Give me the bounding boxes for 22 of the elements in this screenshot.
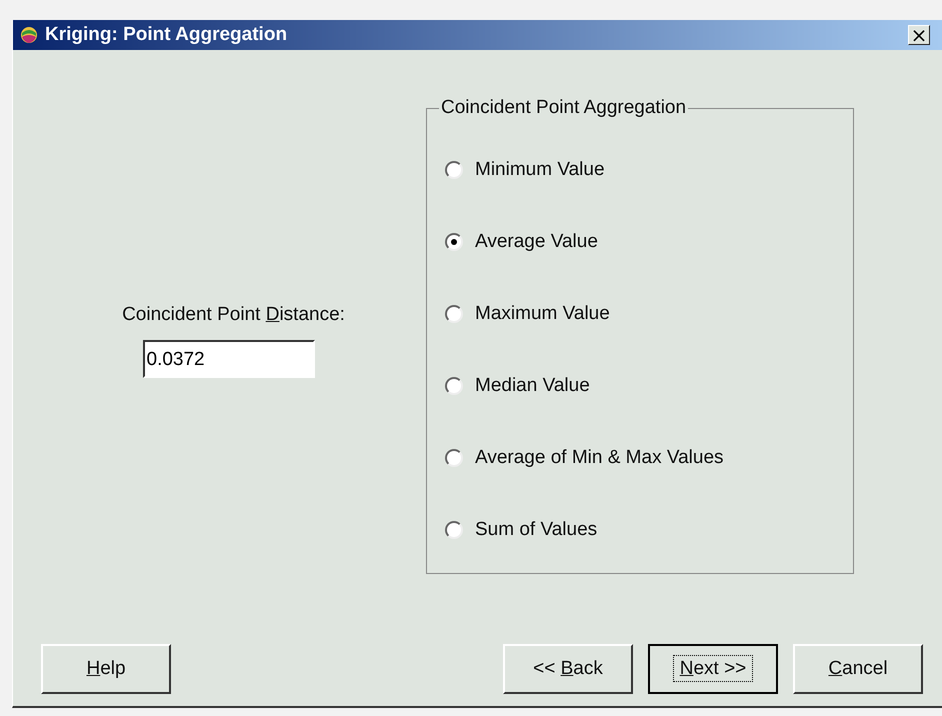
dialog-button[interactable]: Next >> [648,644,778,694]
group-title: Coincident Point Aggregation [439,97,688,119]
option-label: Minimum Value [475,158,605,180]
radio-button[interactable] [445,232,463,250]
radio-button[interactable] [445,304,463,322]
distance-label: Coincident Point Distance: [122,304,345,326]
dialog-button[interactable]: Cancel [793,644,923,694]
window-title: Kriging: Point Aggregation [45,24,288,46]
radio-button[interactable] [445,448,463,466]
option-label: Average Value [475,230,598,252]
input-field[interactable]: 0.0372 [142,340,314,378]
close-button[interactable]: × [908,25,930,45]
option-label: Sum of Values [475,518,598,540]
option-label: Average of Min & Max Values [475,446,724,468]
dialog-button[interactable]: Help [41,644,171,694]
radio-button[interactable] [445,160,463,178]
option-label: Median Value [475,374,590,396]
app-icon [19,25,39,45]
option-label: Maximum Value [475,302,610,324]
radio-button[interactable] [445,520,463,538]
radio-button[interactable] [445,376,463,394]
dialog-button[interactable]: << Back [503,644,633,694]
